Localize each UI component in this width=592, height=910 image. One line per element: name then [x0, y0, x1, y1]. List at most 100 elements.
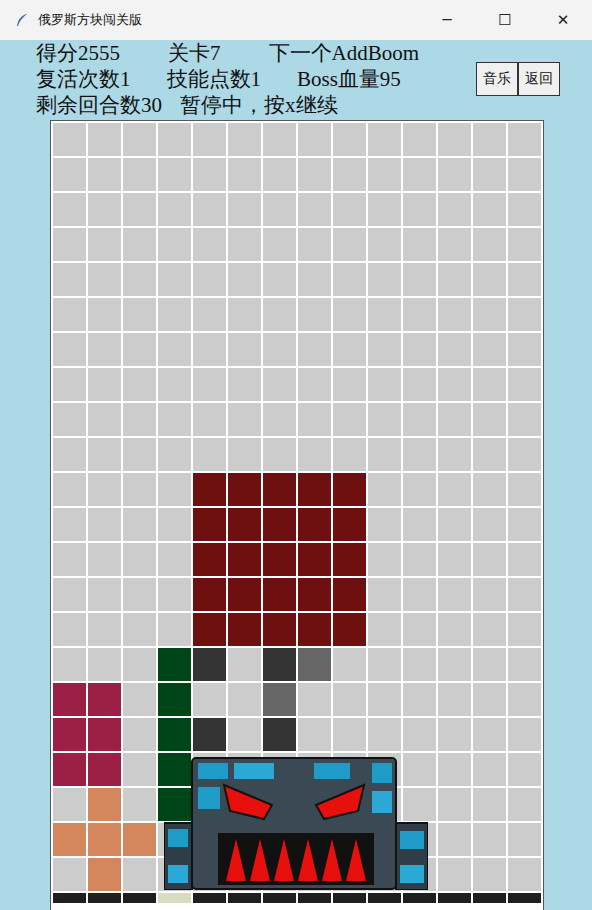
window-title: 俄罗斯方块闯关版	[38, 11, 142, 29]
board-cell	[438, 543, 471, 576]
menu-button[interactable]: 音乐	[476, 62, 518, 96]
board-cell	[53, 543, 86, 576]
board-cell	[473, 753, 506, 786]
floor-cell	[368, 893, 401, 903]
board-cell	[403, 333, 436, 366]
stat-text: 下一个AddBoom	[269, 40, 420, 66]
board-cell	[298, 298, 331, 331]
board-cell	[298, 718, 331, 751]
board-cell	[88, 228, 121, 261]
board-cell	[298, 123, 331, 156]
board-cell	[193, 123, 226, 156]
floor-cell	[228, 893, 261, 903]
board-cell	[368, 298, 401, 331]
stat-text: 剩余回合数30	[36, 92, 162, 118]
window-control[interactable]: ✕	[534, 0, 592, 40]
title-bar: 俄罗斯方块闯关版 ─☐✕	[0, 0, 592, 40]
stats-line: 复活次数1技能点数1Boss血量95	[36, 66, 476, 92]
board-cell	[438, 333, 471, 366]
board-cell	[508, 438, 541, 471]
board-cell	[88, 473, 121, 506]
board-cell	[403, 123, 436, 156]
board-cell	[263, 298, 296, 331]
board-cell	[158, 228, 191, 261]
board-cell	[403, 648, 436, 681]
board-cell	[263, 158, 296, 191]
board-cell	[473, 193, 506, 226]
board-cell	[193, 648, 226, 681]
board-cell	[368, 438, 401, 471]
board-cell	[53, 228, 86, 261]
window-control[interactable]: ☐	[476, 0, 534, 40]
board-cell	[473, 613, 506, 646]
board-cell	[158, 648, 191, 681]
board-cell	[368, 508, 401, 541]
board-cell	[53, 788, 86, 821]
board-cell	[438, 823, 471, 856]
board-cell	[473, 543, 506, 576]
board-cell	[298, 438, 331, 471]
board-cell	[368, 333, 401, 366]
board-cell	[368, 648, 401, 681]
board-cell	[53, 718, 86, 751]
board-cell	[333, 508, 366, 541]
board-cell	[368, 193, 401, 226]
board-cell	[263, 648, 296, 681]
board-cell	[193, 438, 226, 471]
board-cell	[298, 473, 331, 506]
board-cell	[123, 753, 156, 786]
board-cell	[88, 403, 121, 436]
board-cell	[158, 403, 191, 436]
board-cell	[368, 403, 401, 436]
board-cell	[88, 368, 121, 401]
board-cell	[123, 438, 156, 471]
board-cell	[53, 263, 86, 296]
board-cell	[438, 228, 471, 261]
floor-cell	[333, 893, 366, 903]
window-control[interactable]: ─	[418, 0, 476, 40]
board-cell	[403, 508, 436, 541]
board-cell	[88, 578, 121, 611]
board-cell	[158, 613, 191, 646]
board-cell	[298, 543, 331, 576]
board-cell	[123, 788, 156, 821]
board-cell	[123, 403, 156, 436]
board-cell	[508, 613, 541, 646]
board-cell	[508, 648, 541, 681]
board-cell	[53, 578, 86, 611]
board-cell	[88, 333, 121, 366]
board-cell	[88, 648, 121, 681]
board-cell	[123, 578, 156, 611]
board-cell	[298, 368, 331, 401]
board-cell	[508, 123, 541, 156]
game-board[interactable]	[50, 120, 544, 910]
board-cell	[333, 263, 366, 296]
board-cell	[228, 718, 261, 751]
board-cell	[298, 403, 331, 436]
floor-cell	[53, 893, 86, 903]
board-cell	[193, 683, 226, 716]
board-cell	[333, 578, 366, 611]
board-cell	[193, 543, 226, 576]
menu-button[interactable]: 返回	[518, 62, 560, 96]
board-cell	[403, 543, 436, 576]
board-cell	[473, 788, 506, 821]
stat-text: 关卡7	[168, 40, 221, 66]
board-cell	[263, 333, 296, 366]
board-cell	[123, 368, 156, 401]
board-cell	[438, 403, 471, 436]
board-cell	[438, 473, 471, 506]
board-cell	[193, 263, 226, 296]
board-cell	[473, 123, 506, 156]
board-cell	[228, 228, 261, 261]
board-cell	[438, 263, 471, 296]
board-cell	[438, 858, 471, 891]
board-cell	[123, 718, 156, 751]
board-cell	[508, 718, 541, 751]
board-cell	[158, 333, 191, 366]
stat-text: Boss血量95	[297, 66, 401, 92]
board-cell	[158, 123, 191, 156]
board-cell	[508, 788, 541, 821]
board-cell	[368, 123, 401, 156]
board-cell	[298, 648, 331, 681]
